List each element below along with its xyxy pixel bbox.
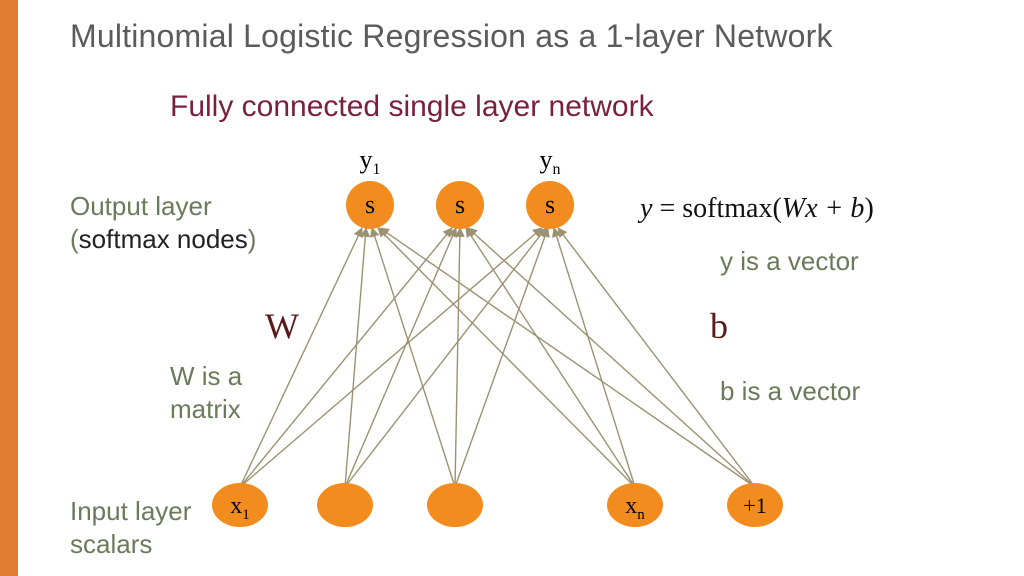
y-description: y is a vector	[720, 245, 859, 278]
output-top-label: y1	[360, 145, 381, 178]
network-diagram: s s s y1 yn x1 xn +1	[0, 0, 1024, 576]
input-node-label: +1	[743, 493, 766, 518]
W-symbol: W	[265, 305, 299, 347]
paren-close: )	[248, 224, 257, 254]
W-desc-line1: W is a	[170, 361, 242, 391]
eq-close: )	[864, 193, 873, 224]
slide-title: Multinomial Logistic Regression as a 1-l…	[70, 18, 833, 55]
W-desc-line2: matrix	[170, 394, 241, 424]
input-layer-line2: scalars	[70, 529, 152, 559]
input-node	[727, 483, 783, 527]
accent-bar	[0, 0, 18, 576]
eq-arg: Wx + b	[782, 193, 865, 224]
output-node	[526, 181, 574, 229]
eq-equals: =	[652, 193, 682, 224]
input-layer-label: Input layer scalars	[70, 495, 191, 560]
W-description: W is a matrix	[170, 360, 242, 425]
output-top-label: yn	[540, 145, 561, 178]
output-node-label: s	[365, 190, 375, 219]
input-node-label: x1	[230, 493, 250, 523]
output-node-label: s	[545, 190, 555, 219]
input-node	[317, 483, 373, 527]
output-node	[346, 181, 394, 229]
input-layer-line1: Input layer	[70, 496, 191, 526]
output-layer-line1: Output layer	[70, 191, 212, 221]
eq-fn: softmax	[682, 193, 772, 224]
input-node	[427, 483, 483, 527]
input-node	[607, 483, 663, 527]
edges-group	[240, 228, 755, 487]
paren-open: (	[70, 224, 79, 254]
output-node	[436, 181, 484, 229]
output-nodes-group: s s s y1 yn	[346, 145, 574, 229]
softmax-nodes-text: softmax nodes	[79, 224, 248, 254]
b-description: b is a vector	[720, 375, 860, 408]
eq-lhs: y	[640, 193, 652, 224]
output-node-label: s	[455, 190, 465, 219]
equation: y = softmax(Wx + b)	[640, 193, 874, 225]
eq-open: (	[772, 193, 781, 224]
input-node-label: xn	[625, 493, 645, 523]
input-node	[212, 483, 268, 527]
output-layer-label: Output layer (softmax nodes)	[70, 190, 256, 255]
input-nodes-group: x1 xn +1	[212, 483, 783, 527]
slide-subtitle: Fully connected single layer network	[170, 90, 654, 124]
b-symbol: b	[710, 305, 728, 347]
